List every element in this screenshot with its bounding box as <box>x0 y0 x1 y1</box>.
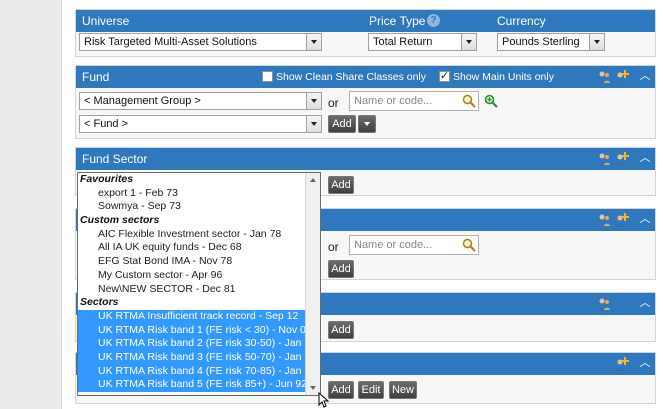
universe-select-value: Risk Targeted Multi-Asset Solutions <box>84 36 257 48</box>
search-icon[interactable] <box>462 238 476 252</box>
people-icon[interactable] <box>597 297 611 311</box>
price-type-value: Total Return <box>373 36 433 48</box>
list-group-header: Sectors <box>80 296 119 309</box>
sector-dropdown-list[interactable]: Favourites export 1 - Feb 73 Sowmya - Sep … <box>77 172 321 396</box>
fund-add-dropdown-button[interactable] <box>358 115 376 133</box>
chevron-up-icon[interactable]: ︿ <box>638 356 652 370</box>
chevron-down-icon <box>306 116 321 132</box>
list-option[interactable]: UK RTMA Risk band 5 (FE risk 85+) - Jun … <box>78 378 307 392</box>
universe-title: Universe <box>82 14 130 28</box>
chevron-up-icon[interactable]: ︿ <box>638 296 652 310</box>
fund-search-placeholder: Name or code... <box>354 95 433 107</box>
fund-select-value: < Fund > <box>84 118 129 130</box>
sector-list-items: Favourites export 1 - Feb 73 Sowmya - Sep … <box>78 173 307 392</box>
people-add-icon[interactable] <box>615 152 629 166</box>
panel-3-search-input[interactable]: Name or code... <box>349 235 479 255</box>
panel-3-add-button[interactable]: Add <box>328 260 354 278</box>
list-option[interactable]: All IA UK equity funds - Dec 68 <box>78 241 307 255</box>
list-option[interactable]: EFG Stat Bond IMA - Nov 78 <box>78 255 307 269</box>
list-option[interactable]: UK RTMA Risk band 4 (FE risk 70-85) - Ja… <box>78 364 307 379</box>
fund-add-button[interactable]: Add <box>328 115 356 133</box>
people-add-icon[interactable] <box>615 213 629 227</box>
or-label: or <box>328 96 339 110</box>
list-option[interactable]: UK RTMA Risk band 2 (FE risk 30-50) - Ja… <box>78 337 307 351</box>
or-label: or <box>328 240 339 254</box>
fund-search-input[interactable]: Name or code... <box>349 91 479 111</box>
people-icon[interactable] <box>597 152 611 166</box>
panel-5-add-button[interactable]: Add <box>328 381 354 399</box>
list-group-header: Custom sectors <box>80 214 160 227</box>
universe-panel: Universe Price Type ? Currency Risk Targ… <box>75 9 656 57</box>
show-clean-label: Show Clean Share Classes only <box>276 71 426 83</box>
list-option[interactable]: UK RTMA Insufficient track record - Sep … <box>78 309 307 324</box>
chevron-down-icon <box>306 93 321 109</box>
mouse-cursor-icon <box>318 392 330 408</box>
fund-sector-header: Fund Sector ︿ <box>76 148 655 170</box>
chevron-down-icon <box>306 34 321 50</box>
chevron-up-icon[interactable]: ︿ <box>638 69 652 83</box>
list-option[interactable]: Sowmya - Sep 73 <box>78 200 307 214</box>
fund-select[interactable]: < Fund > <box>79 115 322 133</box>
people-add-icon[interactable] <box>615 357 629 371</box>
panel-3-search-placeholder: Name or code... <box>354 239 433 251</box>
chevron-down-icon <box>589 34 604 50</box>
panel-5-edit-button[interactable]: Edit <box>358 381 384 399</box>
universe-header: Universe Price Type ? Currency <box>76 10 655 32</box>
list-group-header: Favourites <box>80 173 134 185</box>
help-icon[interactable]: ? <box>427 14 440 27</box>
chevron-up-icon[interactable]: ︿ <box>638 151 652 165</box>
currency-select[interactable]: Pounds Sterling <box>497 33 605 51</box>
people-icon[interactable] <box>597 70 611 84</box>
price-type-title: Price Type <box>369 14 426 28</box>
currency-title: Currency <box>497 14 546 28</box>
search-icon[interactable] <box>462 94 476 108</box>
people-icon[interactable] <box>597 213 611 227</box>
fund-title: Fund <box>82 70 110 84</box>
fund-panel: Fund Show Clean Share Classes only Show … <box>75 65 656 139</box>
show-main-label: Show Main Units only <box>453 71 554 83</box>
people-add-icon[interactable] <box>615 70 629 84</box>
scroll-up-icon[interactable] <box>306 173 320 187</box>
chevron-down-icon <box>461 34 476 50</box>
price-type-select[interactable]: Total Return <box>368 33 477 51</box>
fund-sector-title: Fund Sector <box>82 152 148 166</box>
list-option[interactable]: UK RTMA Risk band 1 (FE risk < 30) - Nov… <box>78 323 307 338</box>
list-scrollbar[interactable] <box>305 173 320 395</box>
list-option[interactable]: My Custom sector - Apr 96 <box>78 269 307 283</box>
sector-add-button[interactable]: Add <box>328 176 354 194</box>
panel-4-add-button[interactable]: Add <box>328 321 354 339</box>
list-option[interactable]: New\NEW SECTOR - Dec 81 <box>78 283 307 297</box>
chevron-up-icon[interactable]: ︿ <box>638 212 652 226</box>
universe-select[interactable]: Risk Targeted Multi-Asset Solutions <box>79 33 322 51</box>
show-main-checkbox[interactable] <box>439 69 450 82</box>
zoom-icon[interactable] <box>484 94 498 108</box>
list-option[interactable]: AIC Flexible Investment sector - Jan 78 <box>78 228 307 242</box>
panel-5-new-button[interactable]: New <box>389 381 417 399</box>
show-clean-checkbox[interactable] <box>262 71 273 82</box>
management-group-value: < Management Group > <box>84 95 201 107</box>
management-group-select[interactable]: < Management Group > <box>79 92 322 110</box>
currency-value: Pounds Sterling <box>502 36 580 48</box>
list-option[interactable]: UK RTMA Risk band 3 (FE risk 50-70) - Ja… <box>78 350 307 365</box>
left-gutter <box>0 0 62 409</box>
list-option[interactable]: export 1 - Feb 73 <box>78 187 307 201</box>
fund-header: Fund Show Clean Share Classes only Show … <box>76 66 655 88</box>
